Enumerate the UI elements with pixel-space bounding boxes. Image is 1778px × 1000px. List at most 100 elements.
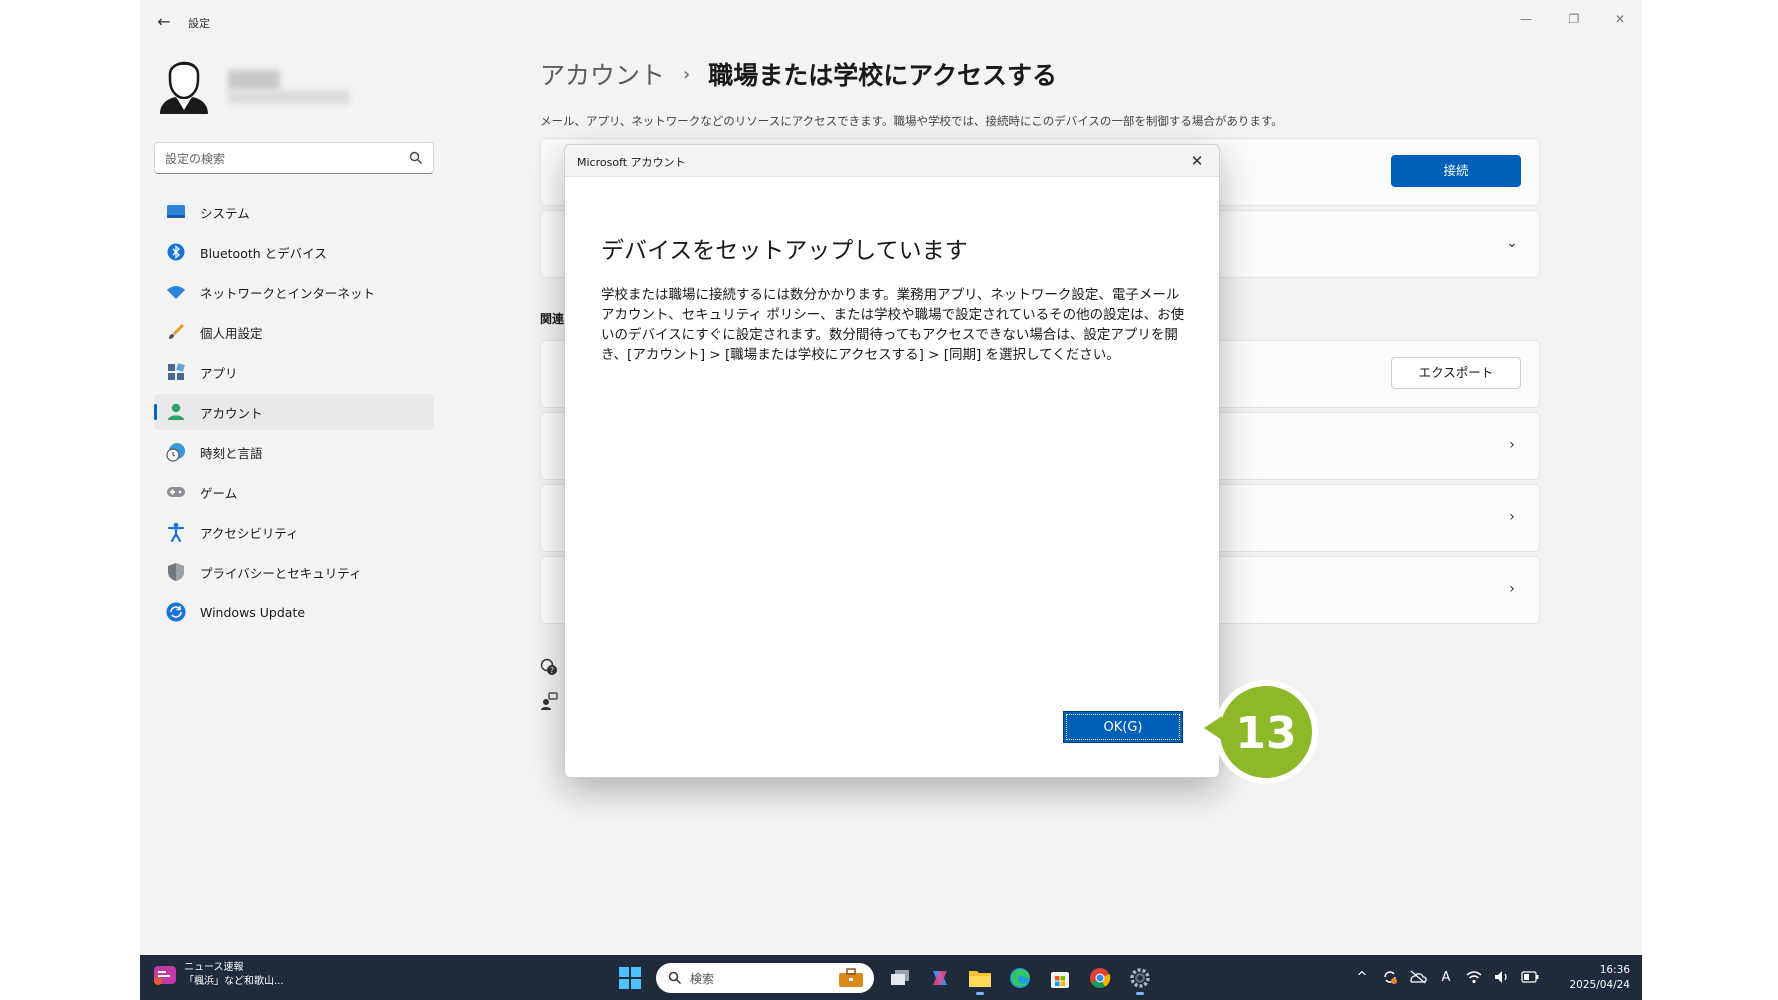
dialog-titlebar: Microsoft アカウント ✕ [565,145,1219,177]
ok-button[interactable]: OK(G) [1063,711,1183,743]
sidebar-item-label: システム [200,205,250,221]
microsoft-account-dialog: Microsoft アカウント ✕ デバイスをセットアップしています 学校または… [564,144,1220,778]
sidebar-item-gaming[interactable]: ゲーム [154,474,434,510]
ime-indicator[interactable]: A [1434,965,1458,989]
news-widget[interactable]: ニュース速報 「楓浜」など和歌山... [152,961,284,989]
connect-button[interactable]: 接続 [1391,155,1521,187]
step-number: 13 [1235,708,1296,759]
settings-window: ← 設定 — ❐ ✕ システム [140,0,1642,1000]
taskbar-apps: 検索 [610,961,1160,995]
sidebar-item-label: プライバシーとセキュリティ [200,565,362,581]
sidebar-item-bluetooth[interactable]: Bluetooth とデバイス [154,234,434,270]
account-icon [166,402,186,422]
taskbar: ニュース速報 「楓浜」など和歌山... 検索 ^ A 16:36 2025/04… [140,955,1642,1000]
step-callout-badge: 13 [1204,680,1318,784]
shield-icon [166,562,186,582]
apps-icon [166,362,186,382]
chevron-down-icon: ⌄ [1506,235,1518,251]
bluetooth-icon [166,242,186,262]
app-title: 設定 [188,17,210,30]
news-title: ニュース速報 [184,962,244,973]
clock-globe-icon [166,442,186,462]
accessibility-icon [166,522,186,542]
briefcase-icon [839,968,863,987]
folder-icon [969,971,991,987]
sidebar-item-apps[interactable]: アプリ [154,354,434,390]
settings-taskbar-button[interactable] [1120,961,1160,995]
start-button[interactable] [610,961,650,995]
close-window-button[interactable]: ✕ [1600,6,1640,32]
battery-icon[interactable] [1518,965,1542,989]
taskbar-clock[interactable]: 16:36 2025/04/24 [1569,963,1630,993]
news-icon [154,966,176,985]
settings-search-box[interactable] [154,142,434,174]
wifi-icon[interactable] [1462,965,1486,989]
sync-icon[interactable] [1378,965,1402,989]
chevron-right-icon: › [1509,437,1515,453]
gamepad-icon [166,482,186,502]
volume-icon[interactable] [1490,965,1514,989]
clock-date: 2025/04/24 [1569,979,1630,991]
settings-search-input[interactable] [165,149,395,169]
page-title: 職場または学校にアクセスする [708,61,1057,90]
file-explorer-button[interactable] [960,961,1000,995]
username-redacted [228,70,350,106]
sidebar-item-windows-update[interactable]: Windows Update [154,594,434,630]
sidebar-nav: システム Bluetooth とデバイス ネットワークとインターネット 個人用設… [154,194,434,634]
back-arrow-icon[interactable]: ← [154,12,174,32]
clock-time: 16:36 [1599,964,1630,976]
svg-text:?: ? [550,666,554,675]
sidebar-item-privacy[interactable]: プライバシーとセキュリティ [154,554,434,590]
restore-button[interactable]: ❐ [1554,6,1594,32]
breadcrumb-parent[interactable]: アカウント [540,56,665,92]
wifi-icon [166,282,186,302]
sidebar-item-label: アクセシビリティ [200,525,299,541]
sidebar-item-accessibility[interactable]: アクセシビリティ [154,514,434,550]
system-tray: ^ A [1346,965,1542,989]
system-icon [166,202,186,222]
search-icon [409,151,422,164]
avatar[interactable] [156,52,212,114]
search-icon [668,971,682,985]
sidebar-item-label: アカウント [200,405,263,421]
sidebar-item-time-language[interactable]: 時刻と言語 [154,434,434,470]
sidebar-item-accounts[interactable]: アカウント [154,394,434,430]
dialog-body-text: 学校または職場に接続するには数分かかります。業務用アプリ、ネットワーク設定、電子… [601,287,1185,363]
sidebar-item-label: アプリ [200,365,238,381]
sidebar-item-label: 時刻と言語 [200,445,263,461]
sidebar-item-system[interactable]: システム [154,194,434,230]
chevron-up-icon[interactable]: ^ [1350,965,1374,989]
close-icon[interactable]: ✕ [1185,149,1209,173]
taskbar-search[interactable]: 検索 [656,963,874,993]
sidebar-item-network[interactable]: ネットワークとインターネット [154,274,434,310]
dialog-heading: デバイスをセットアップしています [601,238,968,264]
store-icon [1051,972,1069,988]
sidebar-item-label: Windows Update [200,604,306,620]
copilot-button[interactable] [920,961,960,995]
brush-icon [166,322,186,342]
breadcrumb: アカウント › 職場または学校にアクセスする [540,56,1057,92]
sidebar-item-personalization[interactable]: 個人用設定 [154,314,434,350]
sidebar-item-label: ネットワークとインターネット [200,285,376,301]
store-button[interactable] [1040,961,1080,995]
help-icon[interactable]: ? [540,658,558,676]
user-avatar-icon [160,61,208,114]
feedback-icon[interactable] [540,692,558,710]
task-view-button[interactable] [880,961,920,995]
task-view-icon [891,970,909,985]
news-subtitle: 「楓浜」など和歌山... [184,976,284,987]
sidebar-item-label: Bluetooth とデバイス [200,245,327,261]
export-button[interactable]: エクスポート [1391,357,1521,389]
breadcrumb-separator: › [683,63,691,85]
dialog-title: Microsoft アカウント [577,156,686,169]
copilot-icon [933,971,947,985]
chrome-button[interactable] [1080,961,1120,995]
chevron-right-icon: › [1509,581,1515,597]
update-icon [166,602,186,622]
edge-button[interactable] [1000,961,1040,995]
onedrive-offline-icon[interactable] [1406,965,1430,989]
sidebar-item-label: 個人用設定 [200,325,263,341]
sidebar-item-label: ゲーム [200,485,238,501]
minimize-button[interactable]: — [1506,6,1546,32]
windows-logo-icon [619,967,641,989]
